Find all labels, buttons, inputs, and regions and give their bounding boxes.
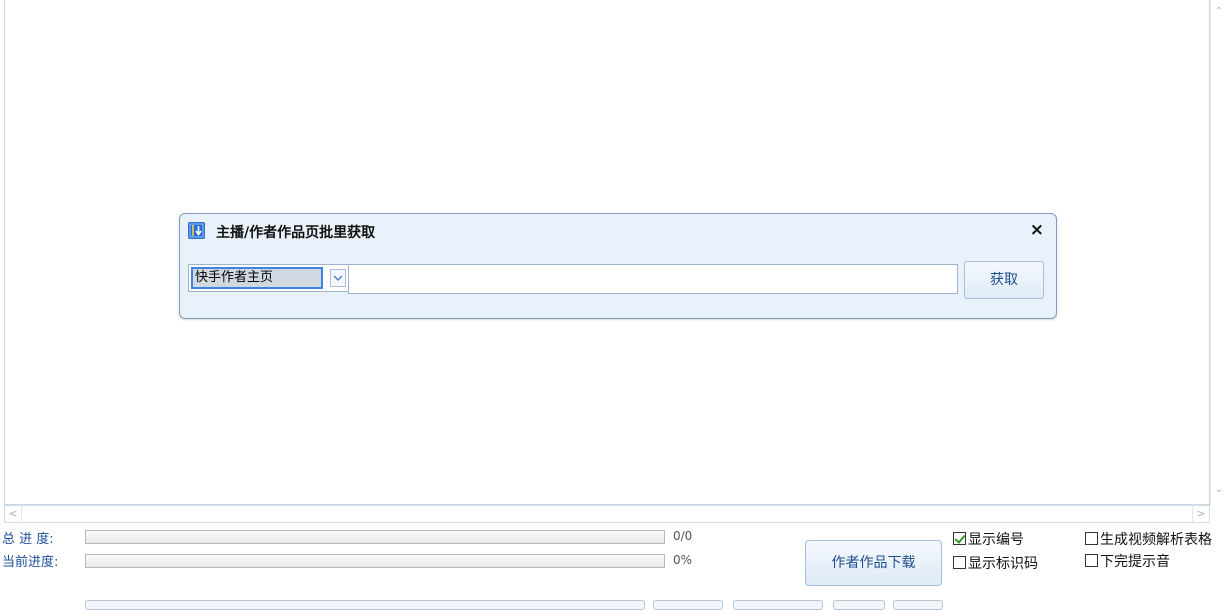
current-progress-bar <box>85 554 665 568</box>
author-works-download-button[interactable]: 作者作品下载 <box>805 540 942 586</box>
source-type-value: 快手作者主页 <box>191 267 323 289</box>
scroll-left-icon[interactable]: < <box>5 506 22 522</box>
start-button[interactable] <box>833 600 885 610</box>
stop-button[interactable] <box>893 600 943 610</box>
checkbox-icon[interactable] <box>953 556 966 569</box>
scroll-down-icon[interactable]: ⌄ <box>1211 482 1226 498</box>
total-progress-label: 总 进 度: <box>2 532 54 547</box>
finish-sound-label: 下完提示音 <box>1100 554 1170 570</box>
scroll-up-icon[interactable]: ⌃ <box>1211 4 1226 20</box>
checkbox-icon[interactable] <box>1085 554 1098 567</box>
current-progress-text: 0% <box>673 553 693 567</box>
checkbox-icon[interactable] <box>953 532 966 545</box>
checkbox-icon[interactable] <box>1085 532 1098 545</box>
scroll-right-icon[interactable]: > <box>1192 506 1209 522</box>
show-id-code-checkbox[interactable]: 显示标识码 <box>953 553 1038 573</box>
total-progress-bar <box>85 530 665 544</box>
chevron-down-icon[interactable] <box>330 269 346 287</box>
source-type-select[interactable]: 快手作者主页 <box>188 264 350 292</box>
close-icon[interactable]: × <box>1030 220 1044 240</box>
dialog-title: 主播/作者作品页批里获取 <box>216 225 376 241</box>
show-id-code-label: 显示标识码 <box>968 556 1038 572</box>
open-folder-button[interactable] <box>733 600 823 610</box>
total-progress-text: 0/0 <box>673 529 693 543</box>
show-number-label: 显示编号 <box>968 532 1024 548</box>
horizontal-scrollbar[interactable]: < > <box>4 505 1210 523</box>
dialog-title-bar[interactable]: 主播/作者作品页批里获取 × <box>180 214 1056 248</box>
download-arrow-icon <box>188 222 205 239</box>
batch-fetch-dialog: 主播/作者作品页批里获取 × 快手作者主页 获取 <box>179 213 1057 319</box>
url-input[interactable] <box>348 264 958 294</box>
finish-sound-checkbox[interactable]: 下完提示音 <box>1085 551 1170 571</box>
fetch-button[interactable]: 获取 <box>964 261 1044 299</box>
show-number-checkbox[interactable]: 显示编号 <box>953 529 1024 549</box>
path-input[interactable] <box>85 600 645 610</box>
current-progress-label: 当前进度: <box>2 555 59 570</box>
generate-table-checkbox[interactable]: 生成视频解析表格 <box>1085 529 1212 549</box>
generate-table-label: 生成视频解析表格 <box>1100 532 1212 548</box>
browse-button[interactable] <box>653 600 723 610</box>
vertical-scrollbar[interactable]: ⌃ ⌄ <box>1210 0 1226 505</box>
bottom-panel: 总 进 度: 0/0 当前进度: 0% 作者作品下载 显示编号 显示标识码 生成… <box>0 523 1226 610</box>
